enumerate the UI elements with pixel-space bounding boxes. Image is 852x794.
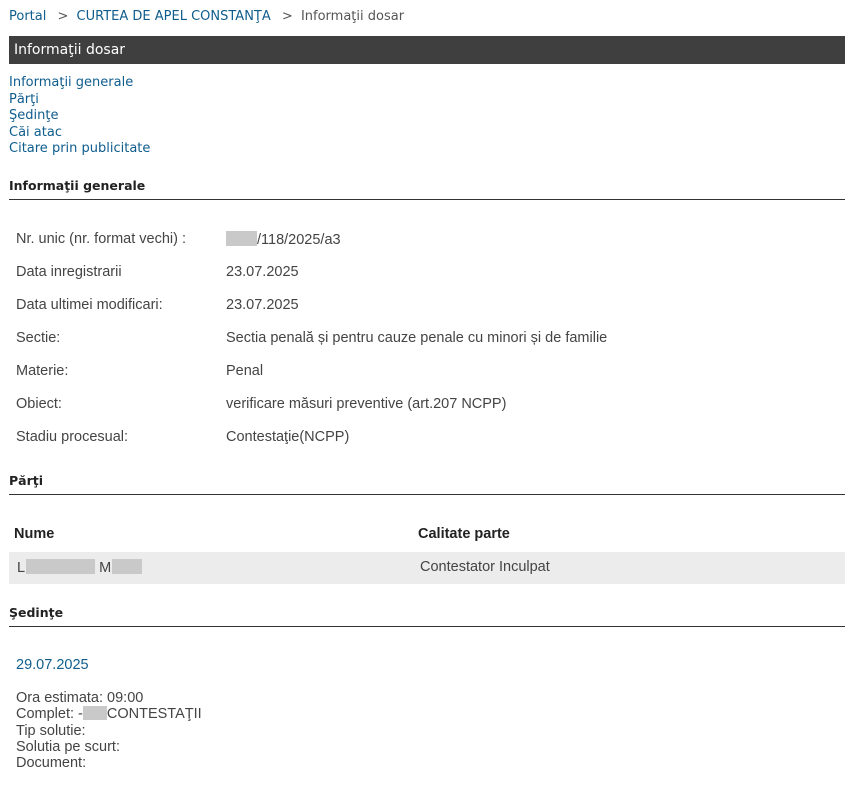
info-value: Contestaţie(NCPP) xyxy=(226,429,350,445)
redacted-block xyxy=(226,231,257,246)
hearing-panel-name: CONTESTAŢII xyxy=(106,706,202,723)
breadcrumb-portal-link[interactable]: Portal xyxy=(9,9,46,24)
nav-link-sedinte[interactable]: Şedinţe xyxy=(9,108,150,125)
party-name-initial: M xyxy=(99,560,112,576)
hearing-document: Document: xyxy=(16,755,87,772)
info-label: Stadiu procesual: xyxy=(16,429,129,445)
redacted-block xyxy=(112,559,143,574)
info-label: Materie: xyxy=(16,363,69,379)
hearing-estimated-time: Ora estimata: 09:00 xyxy=(16,690,144,706)
breadcrumb-court-link[interactable]: CURTEA DE APEL CONSTANŢA xyxy=(77,9,271,24)
section-heading-parti: Părţi xyxy=(9,473,845,495)
breadcrumb-current: Informaţii dosar xyxy=(300,9,405,24)
party-name-initial: L xyxy=(17,560,26,576)
info-label: Obiect: xyxy=(16,396,62,412)
info-label: Sectie: xyxy=(16,330,61,346)
hearing-solution-summary: Solutia pe scurt: xyxy=(16,738,120,755)
section-heading-sedinte: Şedinţe xyxy=(9,605,845,627)
column-header-nume: Nume xyxy=(14,526,55,542)
nav-link-cai-atac[interactable]: Căi atac xyxy=(9,125,150,142)
page-title: Informaţii dosar xyxy=(14,42,126,58)
nav-link-informatii-generale[interactable]: Informaţii generale xyxy=(9,75,150,92)
redacted-block xyxy=(82,706,107,721)
info-value: 23.07.2025 xyxy=(226,264,299,280)
party-name: L M xyxy=(17,559,143,576)
info-value: 23.07.2025 xyxy=(226,297,299,313)
redacted-block xyxy=(26,559,96,574)
hearing-date: 29.07.2025 xyxy=(16,657,89,673)
hearing-solution-type: Tip solutie: xyxy=(16,722,86,739)
nav-link-parti[interactable]: Părţi xyxy=(9,92,150,109)
info-value: /118/2025/a3 xyxy=(226,231,341,248)
breadcrumb-separator: > xyxy=(281,9,293,24)
section-nav: Informaţii generale Părţi Şedinţe Căi at… xyxy=(9,75,150,158)
hearing-details: Ora estimata: 09:00 Complet: - CONTESTAŢI… xyxy=(16,690,202,771)
nav-link-citare-prin-publicitate[interactable]: Citare prin publicitate xyxy=(9,141,150,158)
section-heading-informatii-generale: Informaţii generale xyxy=(9,178,845,200)
parti-table-header: Nume Calitate parte xyxy=(9,521,845,551)
hearing-panel-prefix: Complet: - xyxy=(16,706,83,723)
info-value: Sectia penală și pentru cauze penale cu … xyxy=(226,330,608,346)
column-header-calitate-parte: Calitate parte xyxy=(418,526,510,542)
hearing-panel: Complet: - CONTESTAŢII xyxy=(16,706,202,722)
info-label: Data inregistrarii xyxy=(16,264,122,280)
case-number-suffix: /118/2025/a3 xyxy=(257,232,341,248)
party-role: Contestator Inculpat xyxy=(420,559,550,575)
breadcrumb: Portal > CURTEA DE APEL CONSTANŢA > Info… xyxy=(9,8,404,26)
info-label: Nr. unic (nr. format vechi) : xyxy=(16,231,187,247)
table-row: L M Contestator Inculpat xyxy=(9,552,845,584)
info-label: Data ultimei modificari: xyxy=(16,297,163,313)
info-value: verificare măsuri preventive (art.207 NC… xyxy=(226,396,507,412)
info-value: Penal xyxy=(226,363,264,379)
breadcrumb-separator: > xyxy=(57,9,69,24)
page-title-bar: Informaţii dosar xyxy=(9,36,845,64)
